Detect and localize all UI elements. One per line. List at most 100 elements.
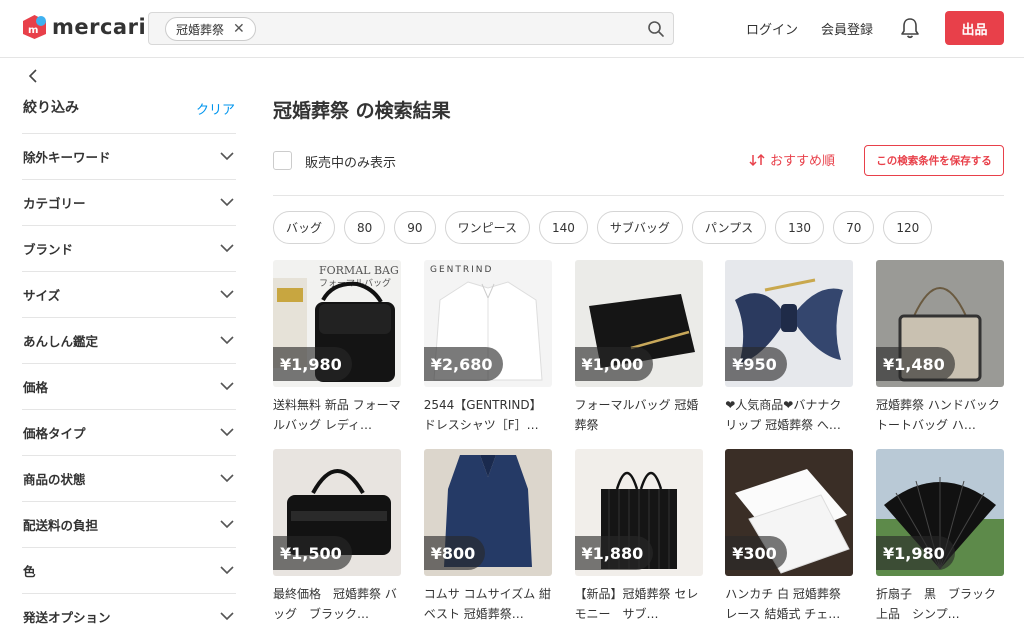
- product-thumbnail[interactable]: ¥1,480: [876, 260, 1004, 387]
- product-title[interactable]: コムサ コムサイズム 紺 ベスト 冠婚葬祭…: [424, 584, 552, 624]
- save-search-button[interactable]: この検索条件を保存する: [864, 145, 1004, 176]
- product-card[interactable]: ¥1,500 最終価格 冠婚葬祭 バッグ ブラック…: [273, 449, 401, 624]
- suggestion-chip[interactable]: パンプス: [691, 211, 767, 244]
- sort-dropdown[interactable]: おすすめ順: [749, 150, 835, 169]
- price-badge: ¥2,680: [423, 347, 503, 381]
- suggestion-chip[interactable]: 90: [394, 211, 436, 244]
- product-title[interactable]: 【新品】冠婚葬祭 セレモニー サブ…: [575, 584, 703, 624]
- product-thumbnail[interactable]: ¥800: [423, 449, 552, 576]
- product-card[interactable]: ¥950 ❤人気商品❤バナナクリップ 冠婚葬祭 へ…: [725, 260, 854, 435]
- product-card[interactable]: GENTRIND ¥2,680 2544【GENTRIND】 ドレスシャツ［F］…: [423, 260, 552, 435]
- filter-item[interactable]: カテゴリー: [22, 179, 236, 225]
- login-link[interactable]: ログイン: [746, 19, 798, 38]
- suggestion-chip[interactable]: ワンピース: [444, 211, 530, 244]
- product-card[interactable]: ¥1,000 フォーマルバッグ 冠婚葬祭: [574, 260, 703, 435]
- product-thumbnail[interactable]: GENTRIND ¥2,680: [423, 260, 552, 387]
- chevron-down-icon: [220, 336, 234, 345]
- filter-item-label: 価格: [23, 380, 49, 395]
- suggestion-chip[interactable]: サブバッグ: [596, 211, 683, 244]
- search-bar[interactable]: 冠婚葬祭 ✕: [148, 12, 674, 45]
- product-card[interactable]: ¥1,980 折扇子 黒 ブラック 上品 シンプ…: [876, 449, 1004, 624]
- suggestion-chip[interactable]: バッグ: [273, 211, 336, 244]
- product-card[interactable]: FORMAL BAG フォーマルバッグ ¥1,980 送料無料 新品 フォーマルバッグ…: [273, 260, 401, 435]
- chevron-down-icon: [220, 152, 234, 161]
- filter-item-label: ブランド: [23, 242, 74, 257]
- filter-item[interactable]: ブランド: [22, 225, 236, 271]
- filter-item-label: 除外キーワード: [23, 150, 111, 165]
- suggestion-chip[interactable]: 80: [344, 211, 386, 244]
- remove-keyword-icon[interactable]: ✕: [233, 21, 245, 37]
- filter-item[interactable]: 商品の状態: [22, 455, 236, 501]
- product-title[interactable]: 最終価格 冠婚葬祭 バッグ ブラック…: [273, 584, 401, 624]
- filter-item[interactable]: サイズ: [22, 271, 236, 317]
- product-thumbnail[interactable]: ¥1,000: [574, 260, 703, 387]
- filter-item[interactable]: 除外キーワード: [22, 133, 236, 179]
- price-badge: ¥1,480: [876, 347, 955, 381]
- filter-title: 絞り込み: [23, 100, 79, 116]
- suggestion-chip[interactable]: 120: [883, 211, 933, 244]
- filter-item-label: 配送料の負担: [23, 518, 99, 533]
- filter-item[interactable]: 価格タイプ: [22, 409, 236, 455]
- product-title[interactable]: ❤人気商品❤バナナクリップ 冠婚葬祭 へ…: [725, 395, 853, 435]
- suggestion-chips: バッグ 80 90 ワンピース 140 サブバッグ パンプス 130 70 120: [273, 211, 933, 244]
- divider: [273, 195, 1004, 196]
- suggestion-chip[interactable]: 70: [833, 211, 875, 244]
- price-badge: ¥1,880: [574, 536, 654, 570]
- filter-item-label: カテゴリー: [23, 196, 86, 211]
- product-card[interactable]: ¥300 ハンカチ 白 冠婚葬祭 レース 結婚式 チェ…: [725, 449, 854, 624]
- product-thumbnail[interactable]: ¥1,880: [574, 449, 703, 576]
- price-badge: ¥1,500: [273, 536, 352, 570]
- chevron-down-icon: [220, 566, 234, 575]
- product-title[interactable]: 送料無料 新品 フォーマルバッグ レディ…: [273, 395, 401, 435]
- notification-bell-icon[interactable]: [900, 17, 920, 39]
- sell-button[interactable]: 出品: [945, 11, 1004, 45]
- clear-filters-link[interactable]: クリア: [196, 99, 235, 118]
- filter-item[interactable]: 価格: [22, 363, 236, 409]
- chevron-down-icon: [220, 428, 234, 437]
- suggestion-chip[interactable]: 140: [538, 211, 588, 244]
- filter-item-label: あんしん鑑定: [23, 334, 99, 349]
- item-grid: FORMAL BAG フォーマルバッグ ¥1,980 送料無料 新品 フォーマルバッグ…: [273, 260, 1004, 624]
- product-title[interactable]: 2544【GENTRIND】 ドレスシャツ［F］…: [424, 395, 552, 435]
- product-thumbnail[interactable]: ¥1,500: [273, 449, 401, 576]
- price-badge: ¥300: [725, 536, 787, 570]
- chevron-down-icon: [220, 198, 234, 207]
- filter-item-label: 商品の状態: [23, 472, 86, 487]
- product-thumbnail[interactable]: ¥1,980: [876, 449, 1004, 576]
- suggestion-chip[interactable]: 130: [775, 211, 825, 244]
- on-sale-label[interactable]: 販売中のみ表示: [305, 152, 396, 171]
- filter-item[interactable]: 色: [22, 547, 236, 593]
- svg-text:GENTRIND: GENTRIND: [430, 265, 493, 275]
- filter-item[interactable]: あんしん鑑定: [22, 317, 236, 363]
- filter-item-label: 価格タイプ: [23, 426, 86, 441]
- chevron-down-icon: [220, 290, 234, 299]
- back-arrow-icon[interactable]: [26, 68, 40, 84]
- chevron-down-icon: [220, 474, 234, 483]
- product-card[interactable]: ¥800 コムサ コムサイズム 紺 ベスト 冠婚葬祭…: [423, 449, 552, 624]
- product-thumbnail[interactable]: FORMAL BAG フォーマルバッグ ¥1,980: [273, 260, 401, 387]
- product-title[interactable]: 折扇子 黒 ブラック 上品 シンプ…: [876, 584, 1004, 624]
- on-sale-checkbox[interactable]: [273, 151, 292, 170]
- search-keyword-chip[interactable]: 冠婚葬祭 ✕: [165, 17, 256, 41]
- top-header: m mercari 冠婚葬祭 ✕ ログイン 会員登録 出品: [0, 0, 1024, 58]
- product-title[interactable]: 冠婚葬祭 ハンドバック トートバッグ ハ…: [876, 395, 1004, 435]
- product-card[interactable]: ¥1,480 冠婚葬祭 ハンドバック トートバッグ ハ…: [876, 260, 1004, 435]
- price-badge: ¥800: [423, 536, 486, 570]
- product-title[interactable]: ハンカチ 白 冠婚葬祭 レース 結婚式 チェ…: [725, 584, 853, 624]
- svg-text:m: m: [28, 25, 38, 36]
- register-link[interactable]: 会員登録: [821, 19, 873, 38]
- search-keyword-label: 冠婚葬祭: [176, 22, 225, 37]
- mercari-logo[interactable]: m mercari: [22, 14, 146, 40]
- filter-item[interactable]: 配送料の負担: [22, 501, 236, 547]
- chevron-down-icon: [220, 520, 234, 529]
- product-card[interactable]: ¥1,880 【新品】冠婚葬祭 セレモニー サブ…: [574, 449, 703, 624]
- product-thumbnail[interactable]: ¥950: [725, 260, 854, 387]
- price-badge: ¥1,980: [876, 536, 955, 570]
- search-icon[interactable]: [647, 20, 665, 38]
- mercari-logo-icon: m: [23, 15, 46, 39]
- product-thumbnail[interactable]: ¥300: [725, 449, 854, 576]
- product-title[interactable]: フォーマルバッグ 冠婚葬祭: [575, 395, 703, 435]
- filter-item-label: 発送オプション: [23, 610, 111, 625]
- filter-item[interactable]: 発送オプション: [22, 593, 236, 639]
- chevron-down-icon: [220, 612, 234, 621]
